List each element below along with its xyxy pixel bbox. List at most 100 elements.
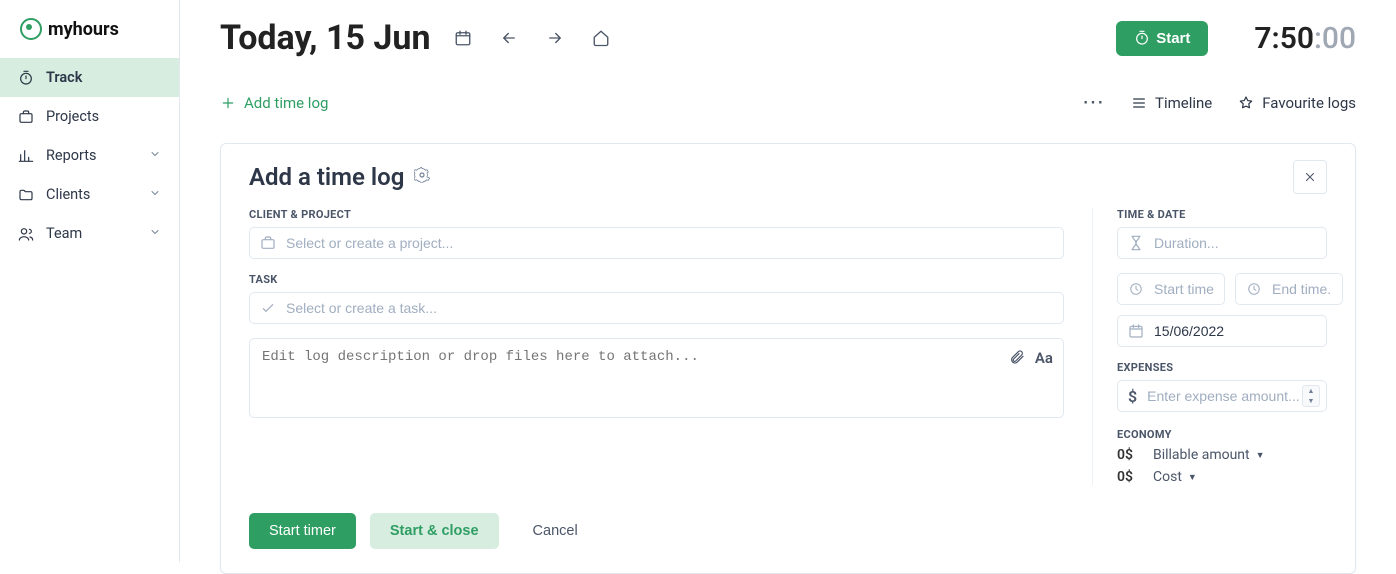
format-button[interactable]: Aa — [1035, 349, 1053, 369]
panel-right-column: TIME & DATE — [1092, 208, 1327, 485]
description-tools: Aa — [1009, 349, 1053, 369]
panel-title: Add a time log — [249, 163, 404, 191]
paperclip-icon — [1009, 349, 1025, 365]
expense-input[interactable] — [1147, 388, 1328, 404]
favourite-logs-button[interactable]: Favourite logs — [1238, 94, 1356, 112]
page-title: Today, 15 Jun — [220, 18, 431, 58]
plus-icon — [220, 95, 236, 111]
actions-row: Add time log ⋯ Timeline Favourite logs — [220, 84, 1356, 121]
home-icon — [592, 29, 610, 47]
date-input[interactable] — [1154, 323, 1335, 339]
panel-header: Add a time log — [249, 160, 1327, 194]
calendar-icon — [1128, 323, 1144, 339]
start-time-input[interactable] — [1154, 281, 1214, 297]
home-button[interactable] — [587, 24, 615, 52]
panel-left-column: CLIENT & PROJECT TASK — [249, 208, 1064, 485]
nav: Track Projects Reports Clients — [0, 58, 179, 253]
dollar-icon: $ — [1128, 388, 1137, 404]
main: Today, 15 Jun Start 7:50:00 Add time log… — [180, 0, 1396, 562]
cost-row: 0$ Cost ▼ — [1117, 469, 1327, 485]
sidebar-item-clients[interactable]: Clients — [0, 175, 179, 214]
logo[interactable]: myhours — [0, 18, 179, 58]
start-button[interactable]: Start — [1116, 21, 1208, 56]
cancel-button[interactable]: Cancel — [513, 513, 598, 549]
folder-icon — [18, 187, 34, 203]
prev-day-button[interactable] — [495, 24, 523, 52]
start-close-button[interactable]: Start & close — [370, 513, 499, 549]
sidebar-item-label: Track — [46, 69, 82, 86]
check-icon — [260, 300, 276, 316]
project-input[interactable] — [286, 235, 1053, 251]
chevron-down-icon — [149, 147, 161, 164]
duration-input[interactable] — [1154, 235, 1335, 251]
start-timer-button[interactable]: Start timer — [249, 513, 356, 549]
dots-icon: ⋯ — [1082, 90, 1105, 115]
economy-label: ECONOMY — [1117, 428, 1327, 441]
calendar-button[interactable] — [449, 24, 477, 52]
hourglass-icon — [1128, 235, 1144, 251]
description-field[interactable]: Aa — [249, 338, 1064, 418]
logo-mark-icon — [20, 18, 42, 40]
description-input[interactable] — [262, 349, 1001, 407]
brand-name: myhours — [48, 19, 119, 40]
end-time-input[interactable] — [1272, 281, 1332, 297]
star-icon — [1238, 95, 1254, 111]
project-field[interactable] — [249, 227, 1064, 259]
next-day-button[interactable] — [541, 24, 569, 52]
chart-icon — [18, 148, 34, 164]
attach-button[interactable] — [1009, 349, 1025, 369]
caret-down-icon: ▼ — [1188, 472, 1197, 483]
calendar-icon — [454, 29, 472, 47]
stopwatch-icon — [1134, 30, 1150, 46]
clock-icon — [1246, 281, 1262, 297]
more-button[interactable]: ⋯ — [1082, 90, 1105, 115]
task-input[interactable] — [286, 300, 1053, 316]
topbar: Today, 15 Jun Start 7:50:00 — [220, 18, 1356, 58]
stopwatch-icon — [18, 70, 34, 86]
expense-field[interactable]: $ ▲ ▼ — [1117, 380, 1327, 412]
date-field[interactable] — [1117, 315, 1327, 347]
sidebar-item-track[interactable]: Track — [0, 58, 179, 97]
timeline-icon — [1131, 95, 1147, 111]
task-field[interactable] — [249, 292, 1064, 324]
client-project-label: CLIENT & PROJECT — [249, 208, 1064, 221]
clock: 7:50:00 — [1254, 21, 1356, 56]
billable-value: 0$ — [1117, 447, 1141, 463]
sidebar-item-reports[interactable]: Reports — [0, 136, 179, 175]
panel-body: CLIENT & PROJECT TASK — [249, 208, 1327, 485]
chevron-down-icon: ▼ — [1303, 396, 1319, 406]
text-format-icon: Aa — [1035, 349, 1053, 367]
users-icon — [18, 226, 34, 242]
timeline-label: Timeline — [1155, 94, 1212, 112]
end-time-field[interactable] — [1235, 273, 1343, 305]
clock-main: 7:50 — [1254, 21, 1314, 56]
billable-row: 0$ Billable amount ▼ — [1117, 447, 1327, 463]
duration-field[interactable] — [1117, 227, 1327, 259]
sidebar-item-label: Projects — [46, 108, 99, 125]
caret-down-icon: ▼ — [1256, 450, 1265, 461]
chevron-up-icon: ▲ — [1303, 386, 1319, 396]
briefcase-icon — [260, 235, 276, 251]
settings-button[interactable] — [414, 167, 430, 187]
close-button[interactable] — [1293, 160, 1327, 194]
panel-footer: Start timer Start & close Cancel — [249, 513, 1327, 549]
close-icon — [1303, 170, 1317, 184]
add-log-label: Add time log — [244, 94, 328, 112]
sidebar-item-label: Clients — [46, 186, 90, 203]
add-time-log-button[interactable]: Add time log — [220, 94, 328, 112]
sidebar-item-projects[interactable]: Projects — [0, 97, 179, 136]
cost-dropdown[interactable]: Cost ▼ — [1153, 469, 1197, 485]
billable-label: Billable amount — [1153, 447, 1250, 463]
expense-stepper[interactable]: ▲ ▼ — [1302, 385, 1320, 407]
billable-dropdown[interactable]: Billable amount ▼ — [1153, 447, 1265, 463]
chevron-down-icon — [149, 225, 161, 242]
sidebar-item-team[interactable]: Team — [0, 214, 179, 253]
sidebar: myhours Track Projects Reports — [0, 0, 180, 562]
add-time-log-panel: Add a time log CLIENT & PROJECT TASK — [220, 143, 1356, 574]
gear-icon — [414, 167, 430, 183]
chevron-down-icon — [149, 186, 161, 203]
clock-icon — [1128, 281, 1144, 297]
start-time-field[interactable] — [1117, 273, 1225, 305]
timeline-button[interactable]: Timeline — [1131, 94, 1212, 112]
expenses-label: EXPENSES — [1117, 361, 1327, 374]
